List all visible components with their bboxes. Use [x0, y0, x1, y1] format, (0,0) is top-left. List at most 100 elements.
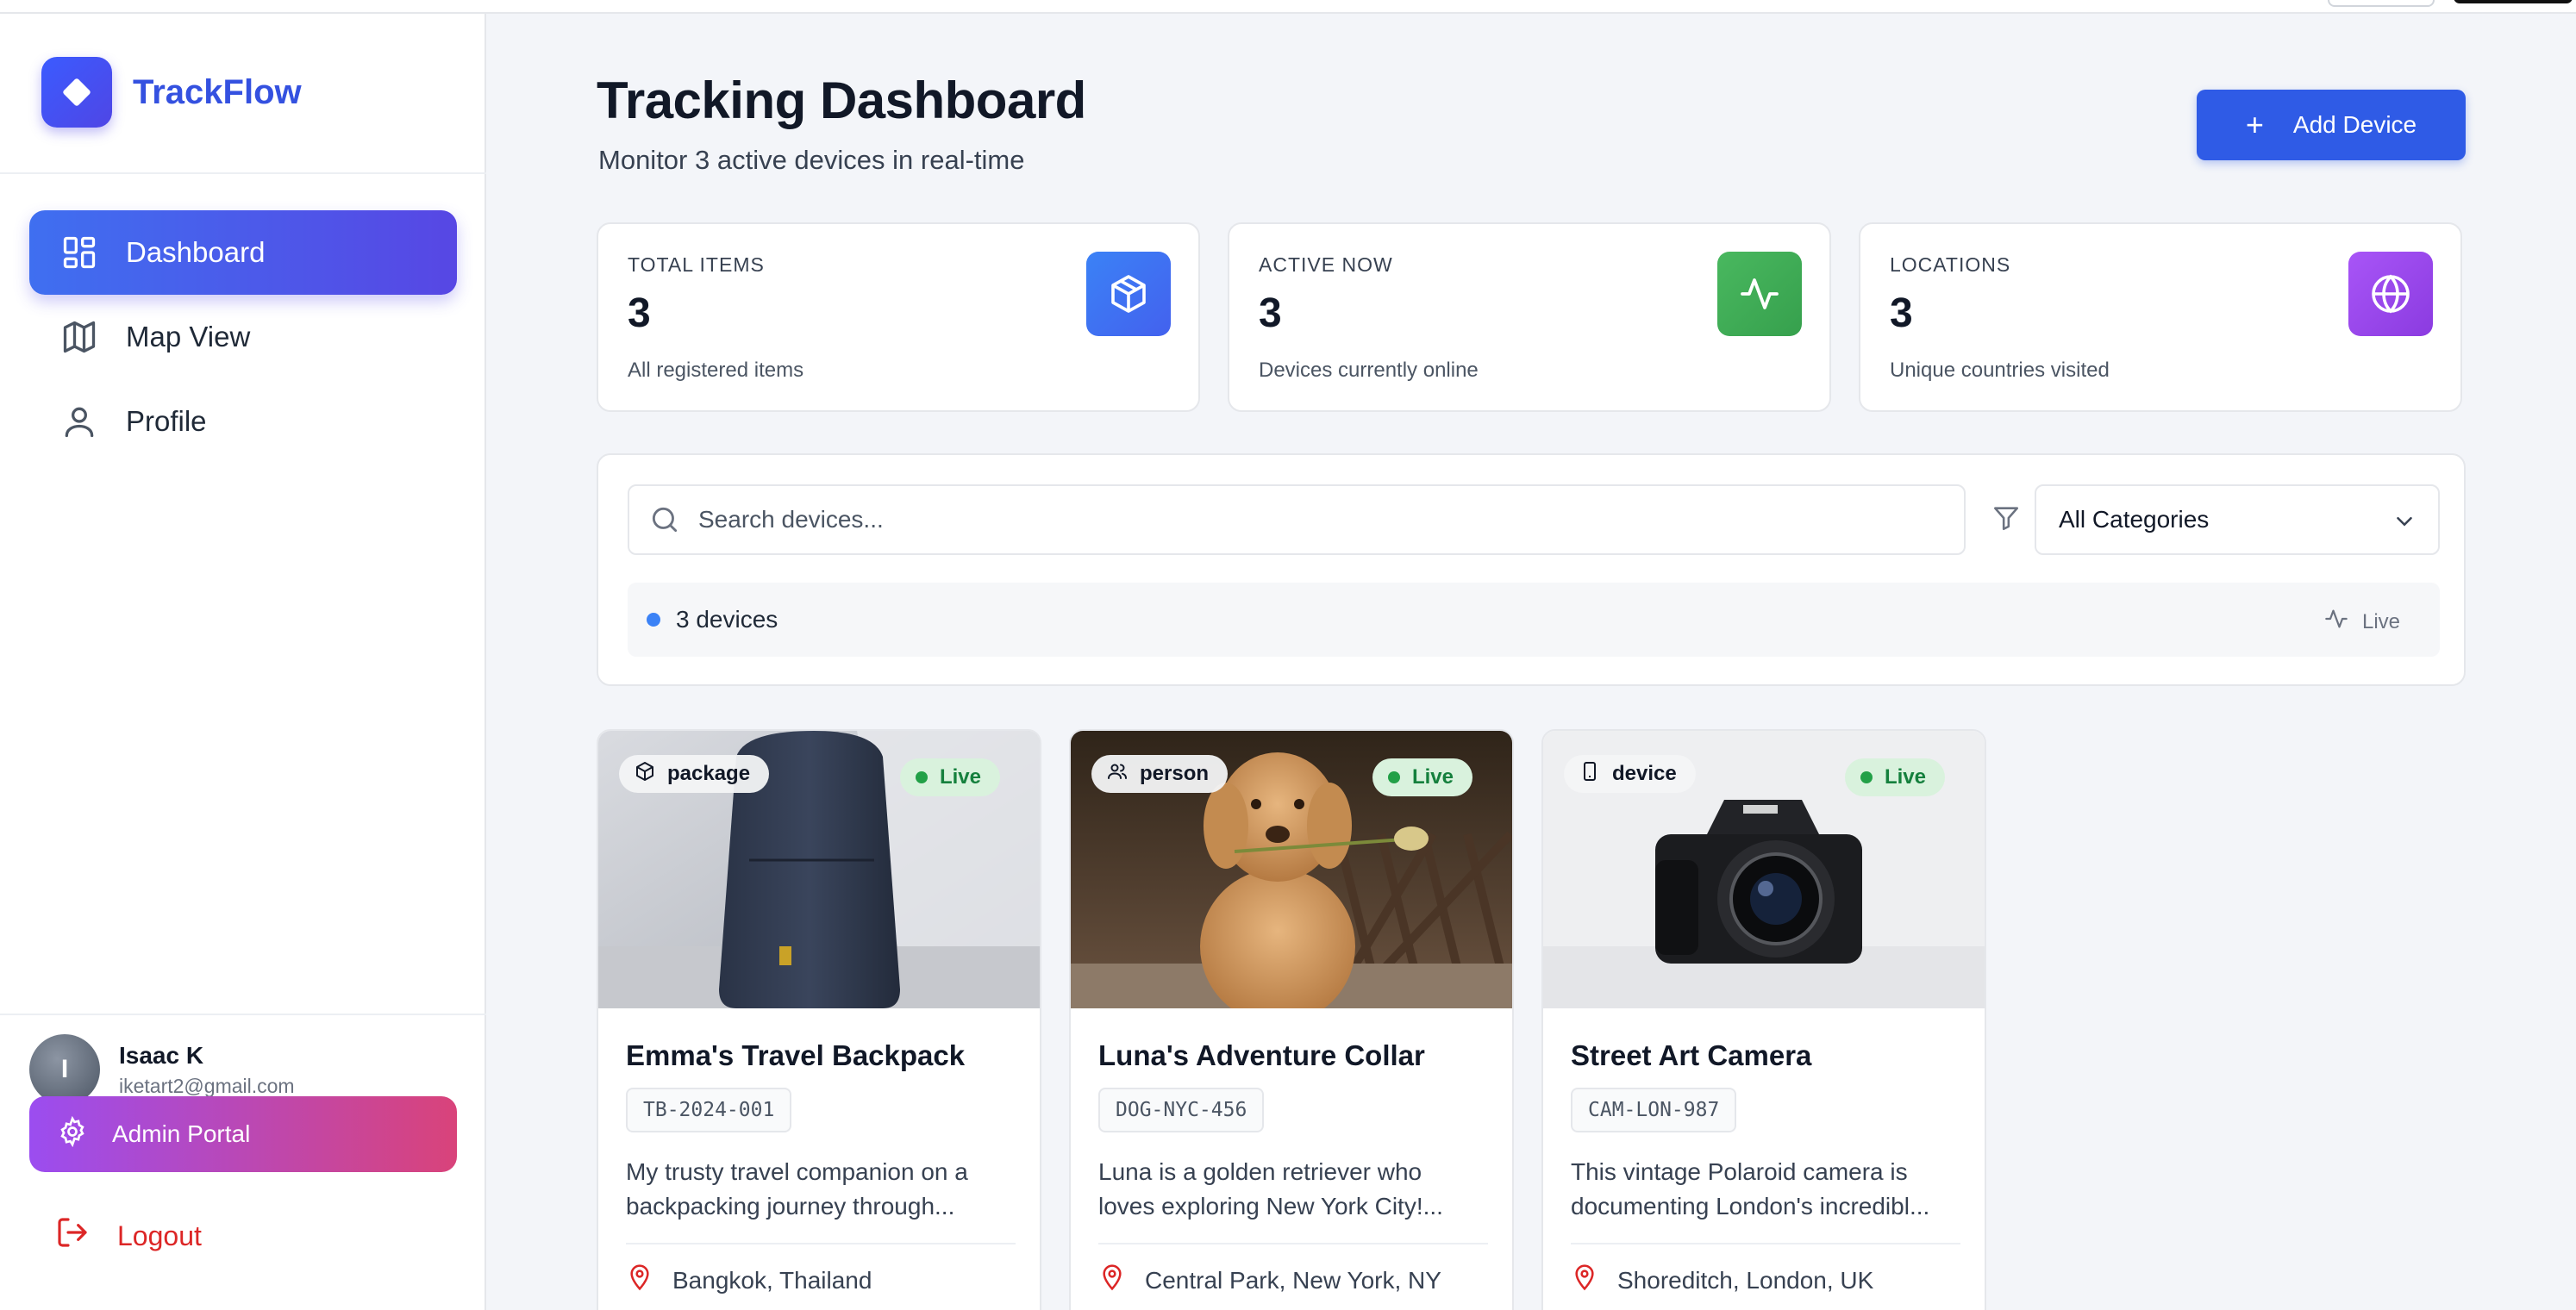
- stat-card-total-items: TOTAL ITEMS 3 All registered items: [597, 222, 1200, 412]
- sidebar-nav: Dashboard Map View Profile: [29, 210, 457, 464]
- logout-label: Logout: [117, 1220, 202, 1251]
- stat-desc: All registered items: [628, 359, 804, 382]
- device-code: TB-2024-001: [626, 1088, 792, 1132]
- search-input[interactable]: [698, 486, 1948, 553]
- activity-icon: [1717, 252, 1802, 336]
- stat-desc: Devices currently online: [1259, 359, 1479, 382]
- map-pin-icon: [1098, 1263, 1126, 1297]
- stat-value: 3: [1890, 290, 1913, 336]
- live-status-label: Live: [1411, 765, 1454, 789]
- user-email: iketart2@gmail.com: [119, 1074, 295, 1097]
- logout-button[interactable]: Logout: [55, 1215, 202, 1257]
- live-dot: [1860, 771, 1873, 783]
- device-description: This vintage Polaroid camera is document…: [1571, 1155, 1959, 1224]
- stat-value: 3: [628, 290, 651, 336]
- card-divider: [1098, 1243, 1488, 1244]
- map-pin-icon: [626, 1263, 653, 1297]
- category-badge: person: [1091, 755, 1229, 793]
- live-dot: [1387, 771, 1400, 783]
- device-title: Luna's Adventure Collar: [1098, 1039, 1425, 1071]
- search-box[interactable]: [628, 484, 1966, 555]
- device-count: 3 devices: [676, 606, 778, 633]
- device-code: CAM-LON-987: [1571, 1088, 1737, 1132]
- live-status-label: Live: [939, 765, 981, 789]
- device-description: Luna is a golden retriever who loves exp…: [1098, 1155, 1486, 1224]
- plus-icon: +: [2245, 107, 2264, 142]
- live-status-badge: Live: [1844, 758, 1945, 796]
- admin-portal-label: Admin Portal: [112, 1120, 251, 1147]
- device-description: My trusty travel companion on a backpack…: [626, 1155, 1014, 1224]
- sidebar-divider: [0, 1014, 486, 1015]
- sidebar-divider: [0, 172, 486, 174]
- description-line: loves exploring New York City!...: [1098, 1193, 1443, 1220]
- filter-panel: All Categories 3 devices Live: [597, 453, 2466, 686]
- top-control-dark[interactable]: [2454, 0, 2573, 3]
- category-select-value: All Categories: [2059, 506, 2210, 533]
- sidebar-item-label: Map View: [126, 321, 251, 352]
- stat-label: ACTIVE NOW: [1259, 253, 1393, 276]
- gear-icon: [57, 1115, 88, 1153]
- user-icon: [59, 401, 100, 442]
- top-control[interactable]: [2328, 0, 2435, 7]
- live-status-label: Live: [1884, 765, 1926, 789]
- category-badge: package: [619, 755, 770, 793]
- category-label: package: [667, 762, 751, 785]
- category-label: device: [1612, 762, 1677, 785]
- brand-name: TrackFlow: [133, 72, 302, 111]
- package-icon: [635, 761, 655, 788]
- device-status-bar: 3 devices Live: [628, 583, 2440, 657]
- map-pin-icon: [1571, 1263, 1598, 1297]
- package-icon: [1086, 252, 1171, 336]
- users-icon: [1107, 761, 1128, 788]
- user-block[interactable]: I Isaac K iketart2@gmail.com: [29, 1034, 295, 1105]
- sidebar-item-label: Dashboard: [126, 236, 266, 268]
- stat-card-active-now: ACTIVE NOW 3 Devices currently online: [1228, 222, 1831, 412]
- brand[interactable]: TrackFlow: [41, 57, 302, 128]
- location-label: Central Park, New York, NY: [1145, 1266, 1441, 1294]
- device-card-camera[interactable]: device Live Street Art Camera CAM-LON-98…: [1541, 729, 1986, 1310]
- search-icon: [648, 503, 681, 540]
- category-badge: device: [1564, 755, 1696, 793]
- stat-card-locations: LOCATIONS 3 Unique countries visited: [1859, 222, 2462, 412]
- avatar: I: [29, 1034, 100, 1105]
- description-line: Luna is a golden retriever who: [1098, 1158, 1422, 1185]
- stat-value: 3: [1259, 290, 1282, 336]
- description-line: documenting London's incredibl...: [1571, 1193, 1930, 1220]
- location-label: Shoreditch, London, UK: [1617, 1266, 1874, 1294]
- map-icon: [59, 316, 100, 358]
- logout-icon: [55, 1215, 90, 1257]
- sidebar-item-map-view[interactable]: Map View: [29, 295, 457, 379]
- device-location: Bangkok, Thailand: [626, 1263, 872, 1297]
- sidebar: TrackFlow Dashboard Map View Profile I I…: [0, 14, 486, 1310]
- live-status-badge: Live: [1372, 758, 1472, 796]
- device-location: Shoreditch, London, UK: [1571, 1263, 1873, 1297]
- sidebar-item-dashboard[interactable]: Dashboard: [29, 210, 457, 295]
- user-name: Isaac K: [119, 1041, 204, 1069]
- description-line: My trusty travel companion on a: [626, 1158, 968, 1185]
- description-line: backpacking journey through...: [626, 1193, 955, 1220]
- device-card-collar[interactable]: person Live Luna's Adventure Collar DOG-…: [1069, 729, 1514, 1310]
- chevron-down-icon: [2392, 508, 2417, 540]
- device-card-backpack[interactable]: package Live Emma's Travel Backpack TB-2…: [597, 729, 1041, 1310]
- live-indicator: Live: [2324, 607, 2400, 637]
- live-label: Live: [2361, 609, 2400, 633]
- device-location: Central Park, New York, NY: [1098, 1263, 1441, 1297]
- status-dot: [647, 613, 660, 627]
- page-title: Tracking Dashboard: [597, 72, 1086, 129]
- browser-top-strip: [0, 0, 2576, 14]
- sidebar-item-profile[interactable]: Profile: [29, 379, 457, 464]
- brand-logo-icon: [41, 57, 112, 128]
- filter-icon[interactable]: [1991, 503, 2021, 537]
- admin-portal-button[interactable]: Admin Portal: [29, 1096, 457, 1172]
- category-select[interactable]: All Categories: [2035, 484, 2440, 555]
- description-line: This vintage Polaroid camera is: [1571, 1158, 1908, 1185]
- smartphone-icon: [1579, 761, 1600, 788]
- card-divider: [1571, 1243, 1960, 1244]
- device-title: Street Art Camera: [1571, 1039, 1812, 1071]
- stat-label: LOCATIONS: [1890, 253, 2011, 276]
- card-divider: [626, 1243, 1016, 1244]
- dashboard-grid-icon: [59, 232, 100, 273]
- live-dot: [915, 771, 928, 783]
- add-device-button[interactable]: + Add Device: [2197, 90, 2466, 160]
- page-subtitle: Monitor 3 active devices in real-time: [598, 145, 1025, 175]
